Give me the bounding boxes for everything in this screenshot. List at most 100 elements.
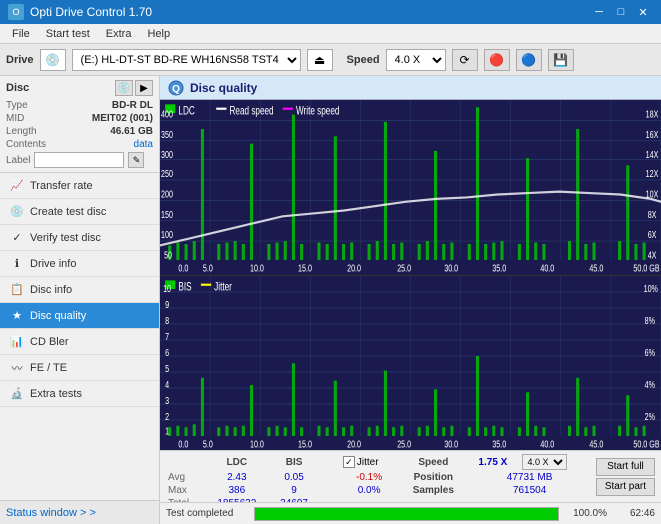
- drive-select[interactable]: (E:) HL-DT-ST BD-RE WH16NS58 TST4: [72, 49, 301, 71]
- action-btn-2[interactable]: 🔴: [484, 49, 510, 71]
- fe-te-icon: 〰: [10, 361, 24, 375]
- menu-help[interactable]: Help: [139, 26, 178, 42]
- menubar: File Start test Extra Help: [0, 24, 661, 44]
- max-bis-val: 9: [269, 484, 319, 497]
- disc-label-btn[interactable]: ✎: [128, 152, 144, 168]
- top-chart-svg: LDC Read speed Write speed 400 350 300 2…: [160, 100, 661, 275]
- jitter-checkbox[interactable]: ✓: [343, 456, 355, 468]
- max-label: Max: [164, 484, 204, 497]
- nav-transfer-rate-label: Transfer rate: [30, 180, 93, 192]
- disc-contents-label: Contents: [6, 139, 46, 150]
- svg-text:30.0: 30.0: [444, 262, 458, 274]
- svg-text:25.0: 25.0: [397, 262, 411, 274]
- svg-text:30.0: 30.0: [444, 438, 458, 450]
- disc-quality-icon: ★: [10, 309, 24, 323]
- disc-title: Disc: [6, 82, 29, 94]
- status-window-btn[interactable]: Status window > >: [0, 500, 159, 524]
- drive-info-icon: ℹ: [10, 257, 24, 271]
- disc-contents-value[interactable]: data: [134, 139, 153, 150]
- nav-cd-bler[interactable]: 📊 CD Bler: [0, 329, 159, 355]
- svg-text:BIS: BIS: [178, 281, 191, 294]
- speed-val-1: 1.75 X: [467, 453, 518, 471]
- extra-tests-icon: 🔬: [10, 387, 24, 401]
- svg-text:3: 3: [165, 394, 169, 406]
- left-panel: Disc 💿 ▶ Type BD-R DL MID MEIT02 (001) L…: [0, 76, 160, 524]
- menu-starttest[interactable]: Start test: [38, 26, 98, 42]
- maximize-button[interactable]: □: [611, 4, 631, 20]
- start-part-button[interactable]: Start part: [596, 478, 655, 496]
- menu-file[interactable]: File: [4, 26, 38, 42]
- svg-text:35.0: 35.0: [492, 438, 506, 450]
- disc-quality-header-icon: Q: [168, 80, 184, 96]
- bottom-chart: BIS Jitter 10 9 8 7 6 5 4 3 2 1 10% 8: [160, 276, 661, 451]
- svg-text:Write speed: Write speed: [296, 105, 339, 118]
- bis-col-header: BIS: [269, 453, 319, 471]
- disc-icon-2[interactable]: ▶: [135, 80, 153, 96]
- nav-drive-info[interactable]: ℹ Drive info: [0, 251, 159, 277]
- svg-text:10.0: 10.0: [250, 262, 264, 274]
- nav-disc-info[interactable]: 📋 Disc info: [0, 277, 159, 303]
- disc-quality-title: Disc quality: [190, 81, 257, 95]
- nav-create-test-disc[interactable]: 💿 Create test disc: [0, 199, 159, 225]
- minimize-button[interactable]: ─: [589, 4, 609, 20]
- svg-text:16X: 16X: [646, 129, 659, 141]
- top-chart: LDC Read speed Write speed 400 350 300 2…: [160, 100, 661, 276]
- eject-button[interactable]: ⏏: [307, 49, 333, 71]
- close-button[interactable]: ✕: [633, 4, 653, 20]
- action-btn-3[interactable]: 🔵: [516, 49, 542, 71]
- progress-percent: 100.0%: [567, 508, 607, 519]
- disc-icon-1[interactable]: 💿: [115, 80, 133, 96]
- svg-text:350: 350: [161, 129, 173, 141]
- nav-extra-tests[interactable]: 🔬 Extra tests: [0, 381, 159, 407]
- app-icon: O: [8, 4, 24, 20]
- svg-text:7: 7: [165, 330, 169, 342]
- disc-label-input[interactable]: [34, 152, 124, 168]
- nav-verify-test-disc[interactable]: ✓ Verify test disc: [0, 225, 159, 251]
- nav-transfer-rate[interactable]: 📈 Transfer rate: [0, 173, 159, 199]
- svg-text:9: 9: [165, 298, 169, 310]
- svg-text:300: 300: [161, 149, 173, 161]
- disc-section: Disc 💿 ▶ Type BD-R DL MID MEIT02 (001) L…: [0, 76, 159, 173]
- svg-text:20.0: 20.0: [347, 262, 361, 274]
- bottom-chart-svg: BIS Jitter 10 9 8 7 6 5 4 3 2 1 10% 8: [160, 276, 661, 451]
- nav-drive-info-label: Drive info: [30, 258, 76, 270]
- svg-text:45.0: 45.0: [589, 438, 603, 450]
- start-full-button[interactable]: Start full: [596, 458, 655, 476]
- speed-select-stats[interactable]: 4.0 X: [522, 454, 567, 470]
- svg-text:250: 250: [161, 168, 173, 180]
- nav-disc-quality-label: Disc quality: [30, 310, 86, 322]
- nav-disc-info-label: Disc info: [30, 284, 72, 296]
- disc-length-label: Length: [6, 126, 37, 137]
- transfer-rate-icon: 📈: [10, 179, 24, 193]
- disc-type-row: Type BD-R DL: [6, 100, 153, 111]
- svg-text:LDC: LDC: [178, 105, 194, 118]
- position-val: 47731 MB: [467, 471, 592, 484]
- samples-label: Samples: [399, 484, 467, 497]
- create-test-disc-icon: 💿: [10, 205, 24, 219]
- disc-mid-row: MID MEIT02 (001): [6, 113, 153, 124]
- samples-val: 761504: [467, 484, 592, 497]
- speed-select[interactable]: 4.0 X: [386, 49, 446, 71]
- disc-quality-header: Q Disc quality: [160, 76, 661, 100]
- svg-text:40.0: 40.0: [540, 262, 554, 274]
- max-jitter-val: 0.0%: [339, 484, 399, 497]
- action-btn-save[interactable]: 💾: [548, 49, 574, 71]
- svg-text:15.0: 15.0: [298, 262, 312, 274]
- chart-area: LDC Read speed Write speed 400 350 300 2…: [160, 100, 661, 450]
- menu-extra[interactable]: Extra: [98, 26, 140, 42]
- svg-text:Read speed: Read speed: [230, 105, 274, 118]
- nav-fe-te[interactable]: 〰 FE / TE: [0, 355, 159, 381]
- svg-text:45.0: 45.0: [589, 262, 603, 274]
- nav-disc-quality[interactable]: ★ Disc quality: [0, 303, 159, 329]
- ldc-col-header: LDC: [204, 453, 269, 471]
- svg-text:8: 8: [165, 314, 169, 326]
- svg-text:8X: 8X: [648, 209, 657, 221]
- svg-text:400: 400: [161, 108, 173, 120]
- speed-col-label: Speed: [399, 453, 467, 471]
- svg-text:50: 50: [164, 249, 172, 261]
- drive-icon[interactable]: 💿: [40, 49, 66, 71]
- action-btn-1[interactable]: ⟳: [452, 49, 478, 71]
- window-controls: ─ □ ✕: [589, 4, 653, 20]
- disc-label-row: Label ✎: [6, 152, 153, 168]
- svg-text:5: 5: [165, 362, 169, 374]
